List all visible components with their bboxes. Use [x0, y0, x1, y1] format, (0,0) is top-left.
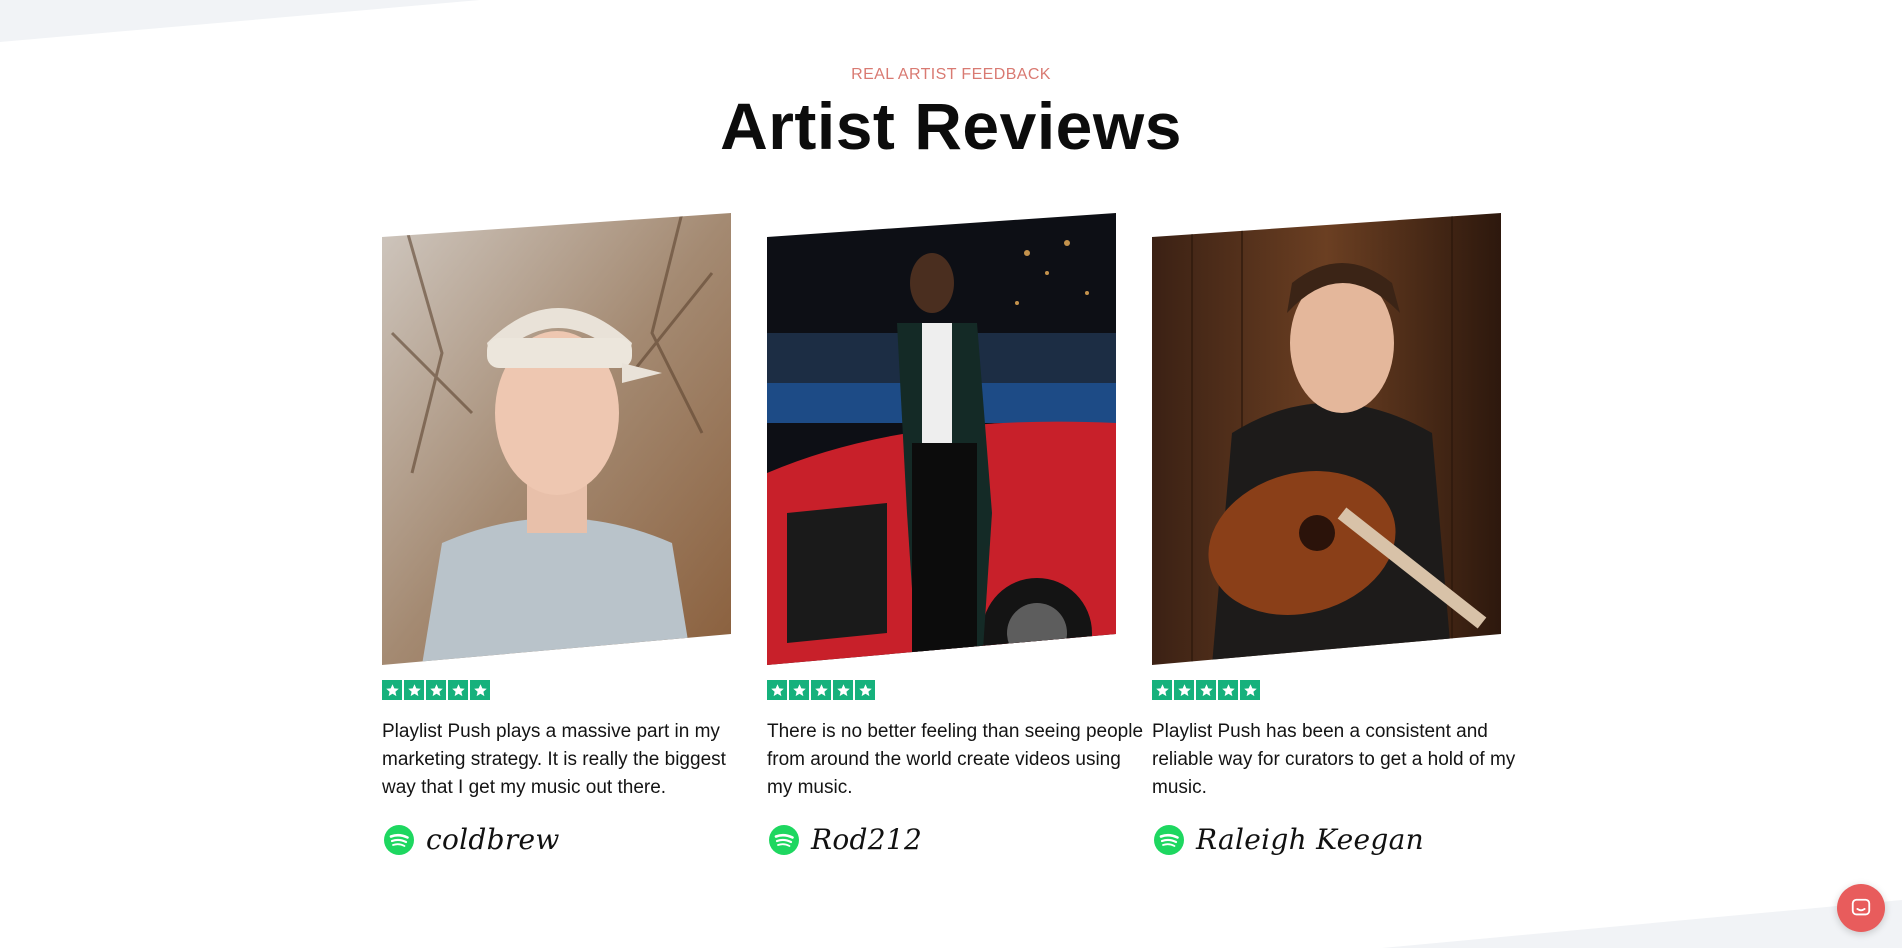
section-title: Artist Reviews	[720, 89, 1182, 163]
review-quote: Playlist Push plays a massive part in my…	[382, 721, 726, 798]
review-author: coldbrew	[384, 823, 560, 856]
star-icon	[789, 680, 809, 700]
star-icon	[833, 680, 853, 700]
artist-photo	[382, 213, 731, 665]
review-card: Playlist Push plays a massive part in my…	[382, 213, 772, 856]
star-icon	[448, 680, 468, 700]
star-icon	[382, 680, 402, 700]
star-rating	[382, 680, 772, 700]
background-shape-bottom	[1382, 900, 1902, 948]
review-card: There is no better feeling than seeing p…	[767, 213, 1157, 856]
star-rating	[1152, 680, 1542, 700]
spotify-icon[interactable]	[1154, 824, 1184, 855]
star-icon	[470, 680, 490, 700]
review-quote: There is no better feeling than seeing p…	[767, 721, 1144, 798]
spotify-icon[interactable]	[769, 824, 799, 855]
artist-photo	[767, 213, 1116, 665]
artist-name: Raleigh Keegan	[1196, 823, 1424, 856]
spotify-icon[interactable]	[384, 824, 414, 855]
star-icon	[767, 680, 787, 700]
chat-icon	[1851, 898, 1871, 916]
star-icon	[1152, 680, 1172, 700]
star-icon	[855, 680, 875, 700]
star-icon	[404, 680, 424, 700]
star-icon	[1240, 680, 1260, 700]
star-icon	[1174, 680, 1194, 700]
artist-photo	[1152, 213, 1501, 665]
artist-name: coldbrew	[426, 823, 560, 856]
star-icon	[811, 680, 831, 700]
star-icon	[1218, 680, 1238, 700]
review-author: Rod212	[769, 823, 922, 856]
review-card: Playlist Push has been a consistent and …	[1152, 213, 1542, 856]
star-rating	[767, 680, 1157, 700]
artist-name: Rod212	[811, 823, 923, 856]
review-author: Raleigh Keegan	[1154, 823, 1424, 856]
chat-launcher-button[interactable]	[1837, 884, 1885, 932]
background-shape-top	[0, 0, 480, 42]
review-quote: Playlist Push has been a consistent and …	[1152, 721, 1516, 798]
star-icon	[426, 680, 446, 700]
section-eyebrow: REAL ARTIST FEEDBACK	[851, 66, 1051, 83]
star-icon	[1196, 680, 1216, 700]
